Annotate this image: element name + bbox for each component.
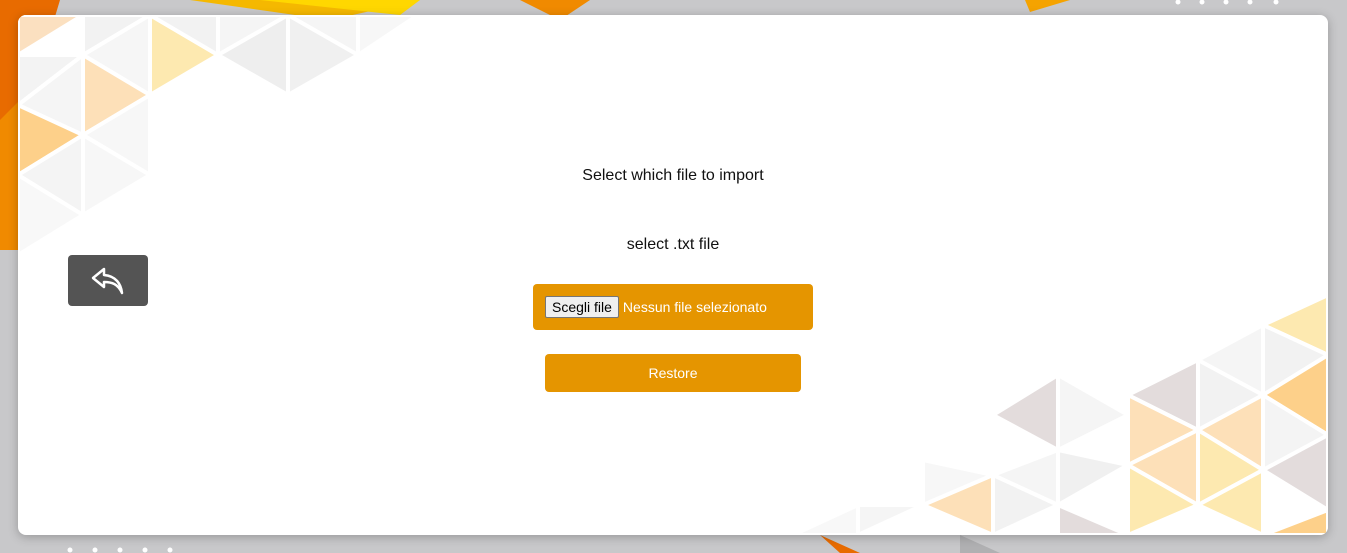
- page-title: Select which file to import: [582, 167, 764, 184]
- undo-arrow-icon: [91, 267, 124, 294]
- choose-file-button[interactable]: Scegli file: [545, 296, 619, 318]
- restore-button[interactable]: Restore: [545, 354, 801, 392]
- triangle-pattern-decoration: [18, 15, 1328, 535]
- file-input-container: Scegli file Nessun file selezionato: [533, 284, 813, 330]
- back-button[interactable]: [68, 255, 148, 306]
- import-dialog: Select which file to import select .txt …: [18, 15, 1328, 535]
- file-type-hint: select .txt file: [626, 236, 720, 253]
- file-status-label: Nessun file selezionato: [622, 299, 767, 315]
